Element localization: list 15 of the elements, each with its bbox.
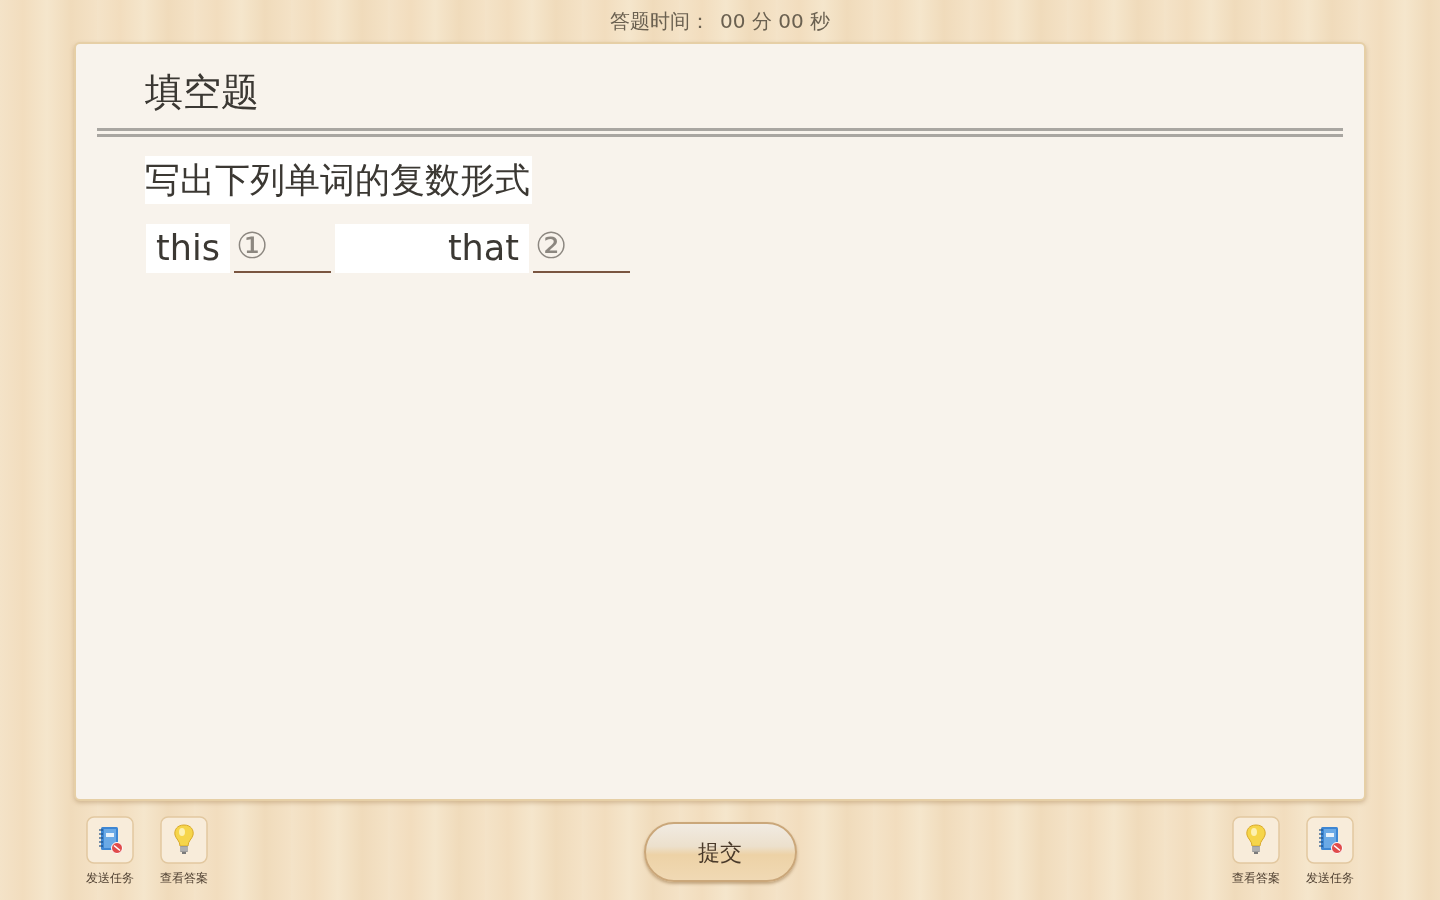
lightbulb-icon (160, 816, 208, 864)
word-text: that (334, 224, 529, 273)
lightbulb-icon (1232, 816, 1280, 864)
submit-button[interactable]: 提交 (643, 822, 797, 882)
timer-value: 00 分 00 秒 (720, 8, 830, 35)
view-answer-button[interactable]: 查看答案 (1226, 816, 1286, 885)
view-answer-button[interactable]: 查看答案 (154, 816, 214, 885)
instruction-text: 写出下列单词的复数形式 (145, 156, 532, 204)
notebook-icon (86, 816, 134, 864)
send-task-button[interactable]: 发送任务 (80, 816, 140, 885)
notebook-icon (1306, 816, 1354, 864)
word-text: this (146, 224, 230, 273)
timer-label: 答题时间： (610, 8, 710, 35)
question-type-title: 填空题 (145, 69, 259, 116)
send-task-button[interactable]: 发送任务 (1300, 816, 1360, 885)
